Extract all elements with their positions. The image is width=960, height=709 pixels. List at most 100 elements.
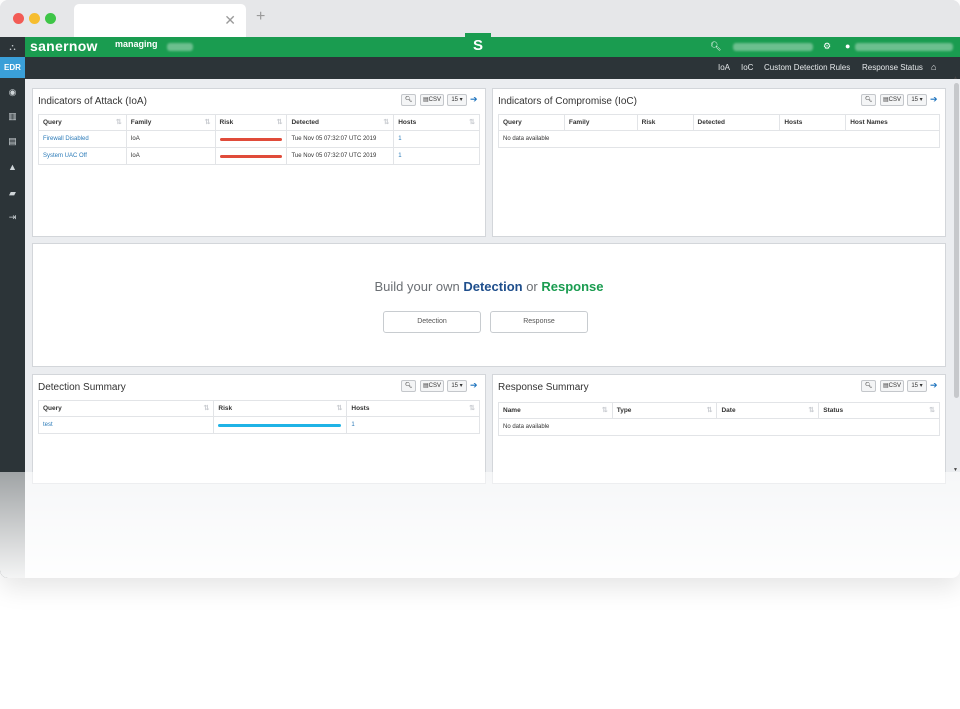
subnav-ioa-link[interactable]: IoA — [718, 63, 730, 72]
minimize-window-button[interactable] — [29, 13, 40, 24]
query-link[interactable]: test — [43, 422, 53, 428]
ioa-col-hosts[interactable]: Hosts ⇅ — [393, 114, 480, 131]
export-icon[interactable]: ➔ — [470, 380, 478, 391]
ioc-page-size-select[interactable]: 15 ▾ — [907, 94, 927, 106]
sort-icon[interactable]: ⇅ — [469, 404, 475, 412]
scrollbar-thumb[interactable] — [954, 83, 959, 398]
export-icon[interactable]: ➔ — [470, 94, 478, 105]
close-window-button[interactable] — [13, 13, 24, 24]
hosts-link[interactable]: 1 — [398, 136, 401, 142]
response-col-date[interactable]: Date ⇅ — [716, 402, 820, 419]
ioa-query-cell[interactable]: Firewall Disabled — [38, 130, 127, 148]
book-icon[interactable]: ▰ — [0, 183, 25, 203]
detection-col-query[interactable]: Query ⇅ — [37, 400, 215, 417]
subnav-custom-rules-link[interactable]: Custom Detection Rules — [764, 63, 850, 72]
response-col-name[interactable]: Name ⇅ — [498, 402, 613, 419]
ioc-col-host-names[interactable]: Host Names — [845, 114, 940, 131]
logout-icon[interactable]: ⇥ — [0, 207, 25, 227]
ioa-col-query[interactable]: Query ⇅ — [38, 114, 127, 131]
detection-hosts-cell[interactable]: 1 — [346, 416, 480, 434]
ioa-col-family[interactable]: Family ⇅ — [125, 114, 216, 131]
warning-icon[interactable]: ▲ — [0, 157, 25, 177]
sort-icon[interactable]: ⇅ — [205, 118, 211, 126]
ioa-csv-button[interactable]: ▤CSV — [420, 94, 444, 106]
build-heading: Build your own Detection or Response — [33, 279, 945, 294]
risk-bar — [219, 137, 282, 141]
response-search-button[interactable]: 🔍︎ — [861, 380, 876, 392]
ioa-col-risk[interactable]: Risk ⇅ — [214, 114, 288, 131]
detection-page-size-select[interactable]: 15 ▾ — [447, 380, 467, 392]
eye-icon[interactable]: ◉ — [0, 82, 25, 102]
sidebar-item-edr[interactable]: EDR — [0, 57, 25, 78]
csv-label: CSV — [428, 383, 441, 389]
ioc-search-button[interactable]: 🔍︎ — [861, 94, 876, 106]
response-col-status[interactable]: Status ⇅ — [818, 402, 940, 419]
ioa-hosts-cell[interactable]: 1 — [393, 147, 480, 165]
export-icon[interactable]: ➔ — [930, 94, 938, 105]
build-detection-word: Detection — [463, 279, 523, 294]
ioa-search-button[interactable]: 🔍︎ — [401, 94, 416, 106]
subnav-response-status-link[interactable]: Response Status — [862, 63, 923, 72]
user-email-redacted[interactable] — [855, 43, 953, 51]
app-logo[interactable]: sanernow — [30, 37, 98, 55]
sitemap-icon[interactable]: ⛬ — [0, 37, 25, 57]
detection-risk-cell — [213, 416, 348, 434]
site-name-redacted[interactable] — [167, 43, 193, 51]
column-header-label: Hosts — [398, 119, 417, 126]
user-icon[interactable]: ● — [845, 41, 850, 51]
home-icon[interactable]: ⌂ — [931, 62, 936, 72]
response-col-type[interactable]: Type ⇅ — [611, 402, 718, 419]
ioa-hosts-cell[interactable]: 1 — [393, 130, 480, 148]
ioc-col-family[interactable]: Family — [563, 114, 638, 131]
sort-icon[interactable]: ⇅ — [204, 404, 210, 412]
response-button[interactable]: Response — [490, 311, 588, 333]
page-scrollbar[interactable]: ▲ ▼ — [952, 75, 960, 479]
export-icon[interactable]: ➔ — [930, 380, 938, 391]
list-icon[interactable]: ▤ — [0, 131, 25, 151]
close-tab-icon[interactable]: ✕ — [224, 12, 236, 29]
sort-icon[interactable]: ⇅ — [337, 404, 343, 412]
detection-query-cell[interactable]: test — [37, 416, 215, 434]
response-csv-button[interactable]: ▤CSV — [880, 380, 904, 392]
search-icon[interactable]: 🔍︎ — [710, 41, 721, 52]
detection-col-risk[interactable]: Risk ⇅ — [213, 400, 348, 417]
sort-icon[interactable]: ⇅ — [929, 406, 935, 414]
ioa-query-cell[interactable]: System UAC Off — [38, 147, 127, 165]
ioc-col-query[interactable]: Query — [498, 114, 565, 131]
ioa-risk-cell — [214, 130, 288, 148]
column-header-label: Status — [823, 407, 844, 414]
sort-icon[interactable]: ⇅ — [383, 118, 389, 126]
build-or-word: or — [522, 279, 542, 294]
ioc-col-risk[interactable]: Risk — [636, 114, 694, 131]
chart-icon[interactable]: ▥ — [0, 106, 25, 126]
column-header-label: Query — [43, 405, 62, 412]
ioa-page-size-select[interactable]: 15 ▾ — [447, 94, 467, 106]
detection-search-button[interactable]: 🔍︎ — [401, 380, 416, 392]
ioa-col-detected[interactable]: Detected ⇅ — [286, 114, 395, 131]
sort-icon[interactable]: ⇅ — [808, 406, 814, 414]
ioc-col-detected[interactable]: Detected — [692, 114, 781, 131]
table-row: Firewall Disabled IoA Tue Nov 05 07:32:0… — [38, 130, 480, 148]
ioc-csv-button[interactable]: ▤CSV — [880, 94, 904, 106]
sort-icon[interactable]: ⇅ — [602, 406, 608, 414]
browser-tab[interactable]: ✕ — [74, 4, 246, 37]
new-tab-icon[interactable]: + — [256, 8, 265, 26]
sort-icon[interactable]: ⇅ — [469, 118, 475, 126]
response-header-row: Name ⇅ Type ⇅ Date ⇅ Status ⇅ — [498, 402, 940, 419]
maximize-window-button[interactable] — [45, 13, 56, 24]
hosts-link[interactable]: 1 — [351, 422, 354, 428]
sort-icon[interactable]: ⇅ — [707, 406, 713, 414]
detection-button[interactable]: Detection — [383, 311, 481, 333]
query-link[interactable]: System UAC Off — [43, 153, 87, 159]
detection-csv-button[interactable]: ▤CSV — [420, 380, 444, 392]
scroll-up-icon[interactable]: ▲ — [953, 75, 958, 81]
response-page-size-select[interactable]: 15 ▾ — [907, 380, 927, 392]
settings-icon[interactable]: ⚙ — [823, 41, 831, 52]
subnav-ioc-link[interactable]: IoC — [741, 63, 753, 72]
ioc-col-hosts[interactable]: Hosts — [779, 114, 847, 131]
sort-icon[interactable]: ⇅ — [277, 118, 283, 126]
query-link[interactable]: Firewall Disabled — [43, 136, 89, 142]
hosts-link[interactable]: 1 — [398, 153, 401, 159]
detection-col-hosts[interactable]: Hosts ⇅ — [346, 400, 480, 417]
sort-icon[interactable]: ⇅ — [116, 118, 122, 126]
